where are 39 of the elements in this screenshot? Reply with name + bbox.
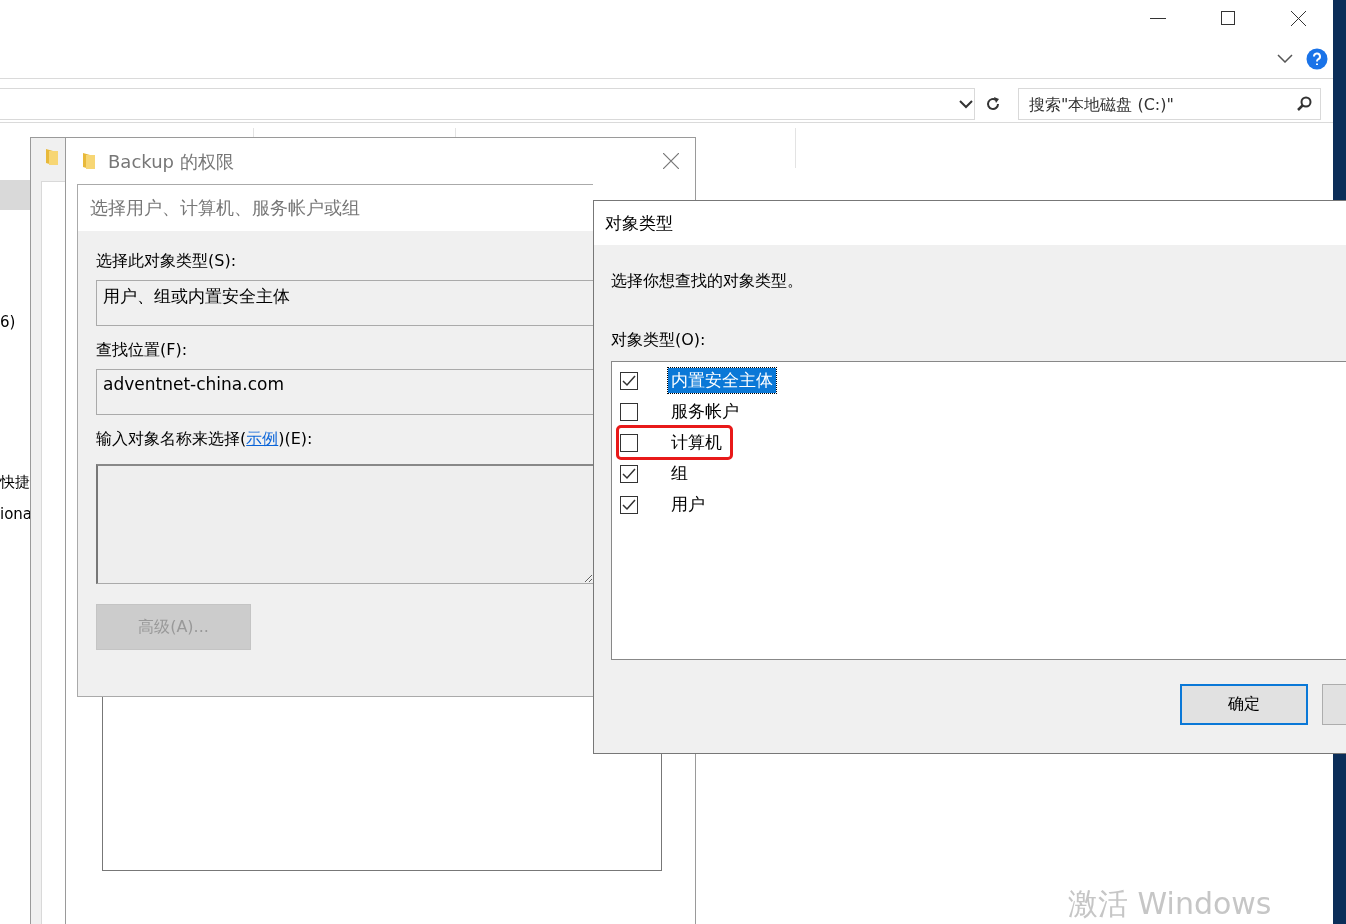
file-name-text: 6) <box>0 313 16 331</box>
activation-notice: 激活 Windows <box>1068 885 1272 923</box>
checkbox[interactable] <box>620 433 638 452</box>
file-name-text: 快捷 <box>0 473 30 492</box>
list-item[interactable]: 内置安全主体 <box>668 368 776 393</box>
list-item[interactable]: 组 <box>668 461 691 486</box>
description-text: 选择你想查找的对象类型。 <box>611 271 804 292</box>
examples-link[interactable]: 示例 <box>246 429 279 448</box>
field-label: 查找位置(F): <box>96 340 188 361</box>
field-label: 输入对象名称来选择(示例)(E): <box>96 429 313 450</box>
ok-button[interactable]: 确定 <box>1180 684 1308 725</box>
checkbox[interactable] <box>620 495 638 514</box>
close-icon[interactable] <box>1291 11 1306 26</box>
list-label: 对象类型(O): <box>611 330 707 351</box>
file-name-text: iona <box>0 505 33 523</box>
list-item[interactable]: 服务帐户 <box>668 399 742 424</box>
minimize-icon[interactable] <box>1150 18 1166 20</box>
dialog-title: 对象类型 <box>605 211 673 235</box>
search-field[interactable]: 搜索"本地磁盘 (C:)" <box>1027 93 1296 115</box>
checkbox[interactable] <box>620 402 638 421</box>
checkbox[interactable] <box>620 464 638 483</box>
chevron-down-icon[interactable] <box>959 100 973 109</box>
field-label: 选择此对象类型(S): <box>96 251 237 272</box>
location-field: adventnet-china.com <box>96 369 593 415</box>
object-names-field[interactable] <box>96 464 593 584</box>
folder-icon <box>45 148 59 166</box>
refresh-icon[interactable] <box>984 95 1002 113</box>
list-item[interactable]: 用户 <box>668 492 708 517</box>
help-icon[interactable] <box>1306 48 1328 70</box>
search-box[interactable]: 搜索"本地磁盘 (C:)" <box>1018 88 1321 120</box>
dialog-title: 选择用户、计算机、服务帐户或组 <box>90 196 360 220</box>
window-title: Backup 的权限 <box>108 150 234 174</box>
chevron-down-icon[interactable] <box>1277 54 1293 63</box>
object-type-field: 用户、组或内置安全主体 <box>96 280 593 326</box>
folder-icon <box>82 152 96 170</box>
maximize-icon[interactable] <box>1221 11 1235 25</box>
checkbox[interactable] <box>620 371 638 390</box>
search-icon[interactable] <box>1296 96 1312 112</box>
list-item[interactable]: 计算机 <box>668 430 725 455</box>
